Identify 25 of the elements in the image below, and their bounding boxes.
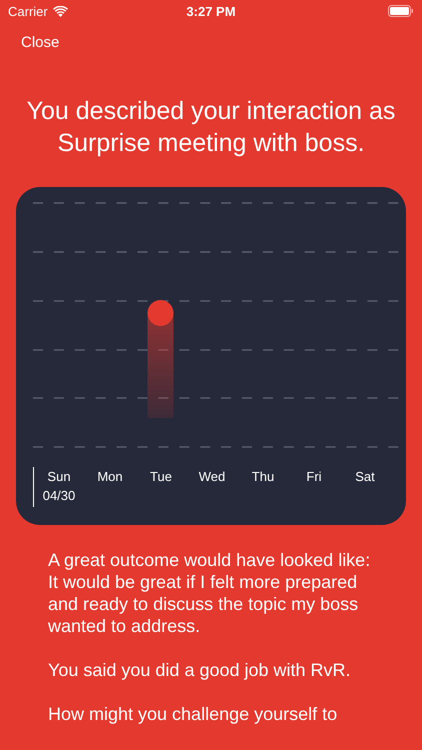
day-column[interactable]: Fri [288, 467, 339, 507]
day-label: Thu [252, 468, 274, 486]
wifi-icon [52, 6, 68, 16]
status-time: 3:27 PM [186, 4, 236, 18]
date-label: 04/30 [42, 487, 76, 505]
carrier-label: Carrier [8, 4, 48, 18]
day-label: Tue [150, 468, 172, 486]
day-column[interactable]: Mon [84, 467, 135, 507]
day-column[interactable]: Sat [339, 467, 390, 507]
summary-paragraph: A great outcome would have looked like: It would be great if I felt more prepared and ready to discuss the topic my boss wanted to address. [48, 549, 372, 637]
day-label: Sun [47, 468, 71, 486]
day-label: Fri [306, 468, 322, 486]
heading: You described your interaction as Surprise meeting with boss. [26, 96, 396, 159]
day-column[interactable]: Tue [135, 467, 186, 507]
day-label: Wed [198, 468, 226, 486]
day-label: Sat [355, 468, 375, 486]
day-column[interactable]: Thu [237, 467, 288, 507]
entry-dot[interactable] [148, 300, 174, 326]
day-label: Mon [97, 468, 123, 486]
summary-paragraph: How might you challenge yourself to [48, 703, 338, 725]
day-column[interactable]: Sun 04/30 [33, 467, 84, 507]
close-button[interactable]: Close [21, 34, 60, 51]
summary-paragraph: You said you did a good job with RvR. [48, 659, 352, 681]
day-column[interactable]: Wed [186, 467, 237, 507]
battery-icon [388, 5, 414, 17]
